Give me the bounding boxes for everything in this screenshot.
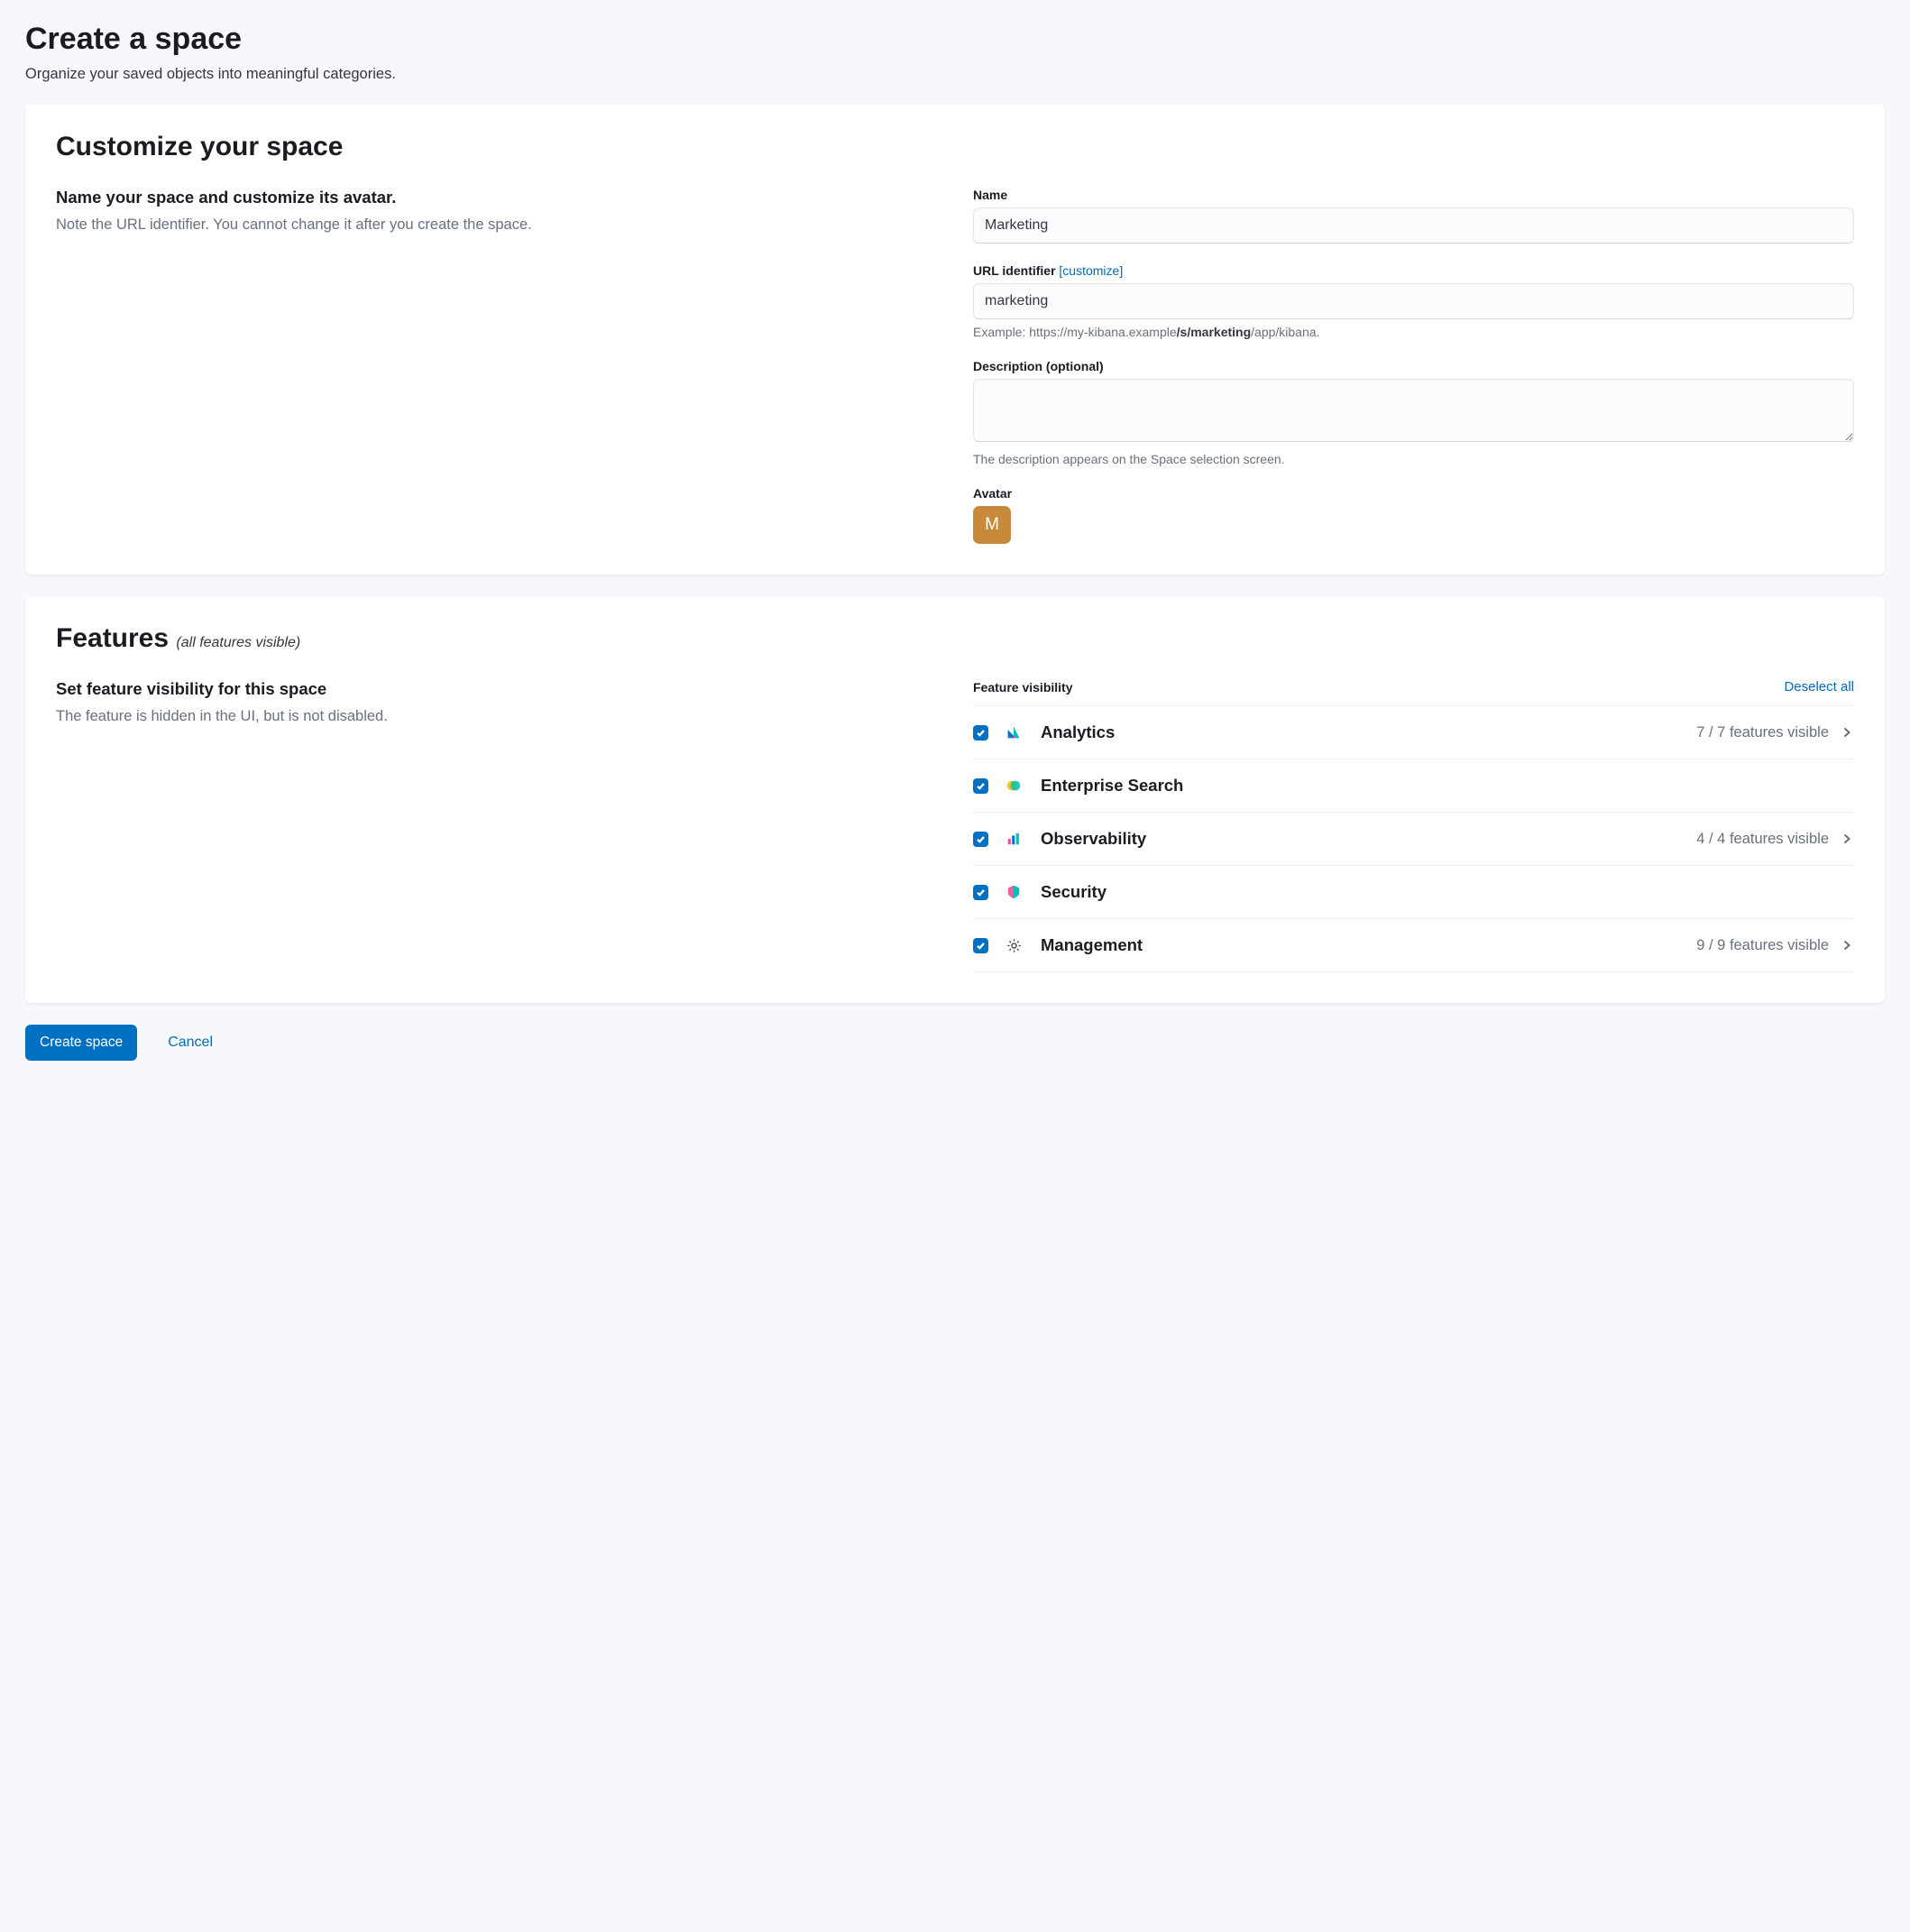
features-panel: Features (all features visible) Set feat… bbox=[25, 596, 1885, 1003]
chevron-right-icon[interactable] bbox=[1841, 833, 1854, 845]
page-title: Create a space bbox=[25, 22, 1885, 57]
customize-heading: Name your space and customize its avatar… bbox=[56, 188, 937, 207]
management-icon bbox=[1005, 936, 1023, 954]
url-customize-link[interactable]: [customize] bbox=[1059, 263, 1123, 278]
description-input[interactable] bbox=[973, 379, 1854, 442]
create-space-button[interactable]: Create space bbox=[25, 1025, 137, 1061]
feature-name: Analytics bbox=[1041, 722, 1696, 742]
security-icon bbox=[1005, 883, 1023, 901]
feature-visibility-label: Feature visibility bbox=[973, 680, 1072, 695]
url-label-text: URL identifier bbox=[973, 263, 1056, 278]
avatar-label: Avatar bbox=[973, 486, 1854, 501]
url-input[interactable] bbox=[973, 283, 1854, 319]
url-example: Example: https://my-kibana.example/s/mar… bbox=[973, 325, 1854, 339]
feature-count: 9 / 9 features visible bbox=[1696, 937, 1829, 954]
description-label: Description (optional) bbox=[973, 359, 1854, 373]
feature-name: Enterprise Search bbox=[1041, 776, 1854, 796]
feature-name: Observability bbox=[1041, 829, 1696, 849]
feature-count: 4 / 4 features visible bbox=[1696, 831, 1829, 848]
footer: Create space Cancel bbox=[25, 1025, 1885, 1061]
customize-panel: Customize your space Name your space and… bbox=[25, 105, 1885, 575]
feature-name: Management bbox=[1041, 935, 1696, 955]
avatar-button[interactable]: M bbox=[973, 506, 1011, 544]
features-panel-title: Features (all features visible) bbox=[56, 623, 1854, 654]
feature-count: 7 / 7 features visible bbox=[1696, 724, 1829, 741]
observability-icon bbox=[1005, 830, 1023, 848]
features-title-note: (all features visible) bbox=[176, 635, 300, 650]
name-input[interactable] bbox=[973, 207, 1854, 244]
url-label: URL identifier [customize] bbox=[973, 263, 1854, 278]
feature-row[interactable]: Analytics7 / 7 features visible bbox=[973, 706, 1854, 759]
features-title-text: Features bbox=[56, 623, 169, 653]
feature-row[interactable]: Security bbox=[973, 866, 1854, 919]
cancel-button[interactable]: Cancel bbox=[168, 1035, 213, 1051]
deselect-all-link[interactable]: Deselect all bbox=[1784, 679, 1854, 695]
feature-name: Security bbox=[1041, 882, 1854, 902]
feature-checkbox[interactable] bbox=[973, 778, 988, 794]
description-help: The description appears on the Space sel… bbox=[973, 452, 1854, 466]
url-example-prefix: Example: https://my-kibana.example bbox=[973, 325, 1177, 339]
feature-row[interactable]: Enterprise Search bbox=[973, 759, 1854, 813]
feature-checkbox[interactable] bbox=[973, 725, 988, 741]
features-note: The feature is hidden in the UI, but is … bbox=[56, 708, 937, 725]
chevron-right-icon[interactable] bbox=[1841, 726, 1854, 739]
name-label: Name bbox=[973, 188, 1854, 202]
feature-checkbox[interactable] bbox=[973, 938, 988, 953]
customize-panel-title: Customize your space bbox=[56, 132, 1854, 162]
customize-note: Note the URL identifier. You cannot chan… bbox=[56, 216, 937, 234]
feature-checkbox[interactable] bbox=[973, 832, 988, 847]
url-example-bold: /s/marketing bbox=[1177, 325, 1251, 339]
feature-checkbox[interactable] bbox=[973, 885, 988, 900]
chevron-right-icon[interactable] bbox=[1841, 939, 1854, 952]
feature-row[interactable]: Observability4 / 4 features visible bbox=[973, 813, 1854, 866]
feature-row[interactable]: Management9 / 9 features visible bbox=[973, 919, 1854, 972]
features-heading: Set feature visibility for this space bbox=[56, 679, 937, 699]
ent-search-icon bbox=[1005, 777, 1023, 795]
analytics-icon bbox=[1005, 723, 1023, 741]
url-example-suffix: /app/kibana. bbox=[1251, 325, 1319, 339]
page-subtitle: Organize your saved objects into meaning… bbox=[25, 66, 1885, 83]
